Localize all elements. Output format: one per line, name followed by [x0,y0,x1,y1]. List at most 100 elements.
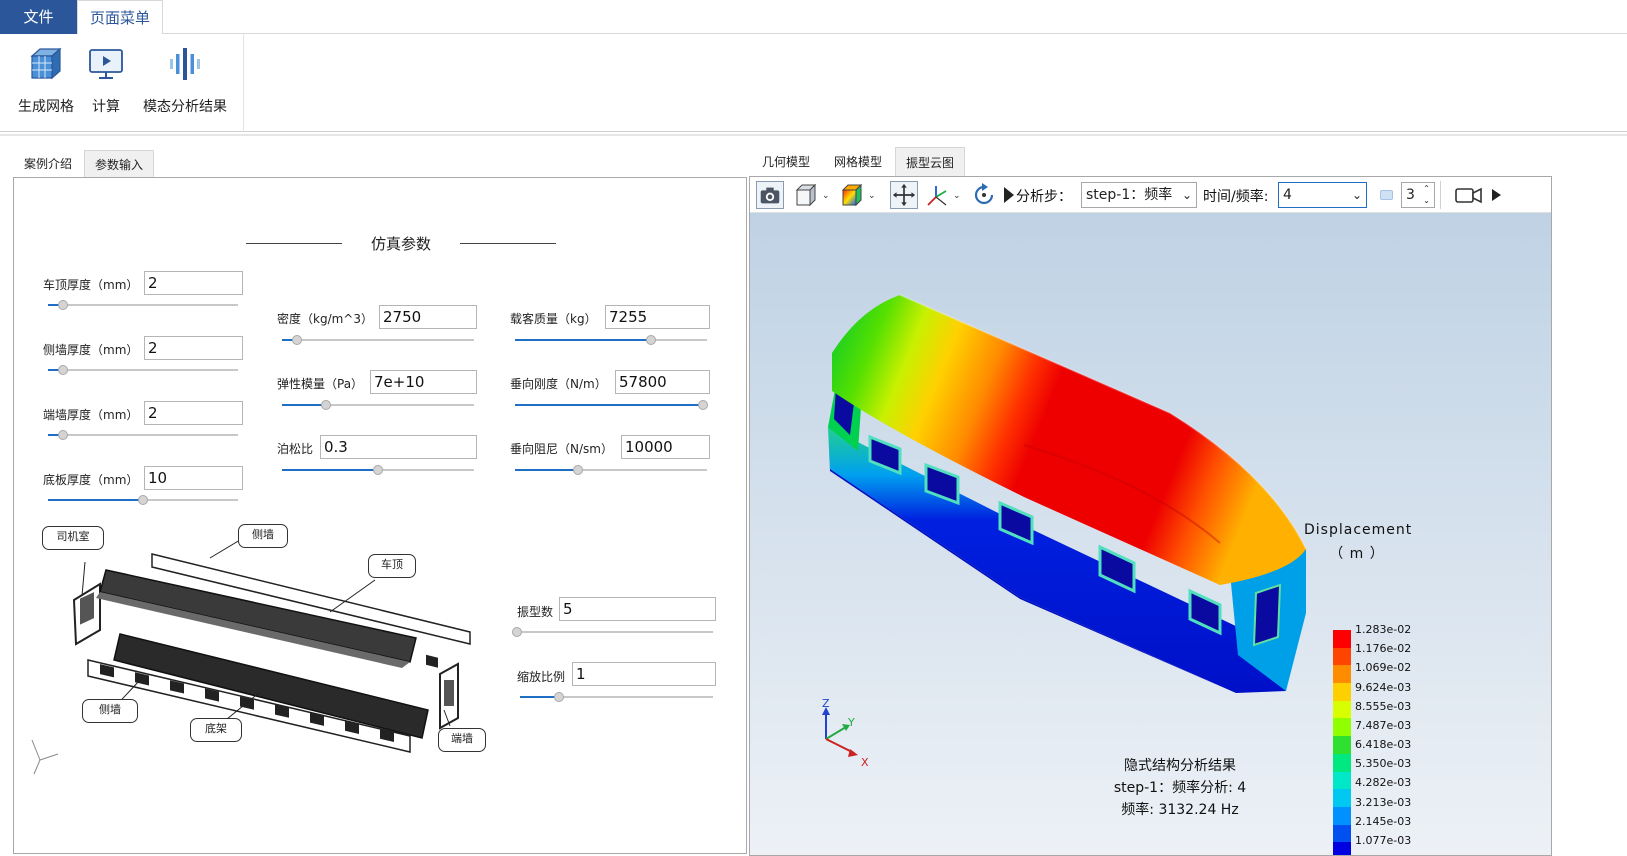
side-thickness-input[interactable] [144,336,243,360]
compute-button[interactable]: 计算 [86,42,126,122]
vertical-stiffness-input[interactable] [615,370,710,394]
slider-fill [282,404,327,406]
slider-thumb[interactable] [58,365,69,375]
ribbon-group: 生成网格 计算 模态分析结果 [0,34,244,132]
slider-thumb[interactable] [321,400,332,410]
legend-value-label: 2.145e-03 [1355,814,1412,828]
frame-spinbox[interactable]: 3 ⌃ ⌄ [1401,182,1435,208]
side-thickness-slider[interactable] [48,364,238,376]
result-view-panel: ⌄ ⌄ ⌄ 分析步： step-1：频率 ⌄ 时间/频率: 4 ⌄ 3 ⌃ ⌄ … [749,176,1552,856]
slider-thumb[interactable] [512,627,522,637]
frame-slider-thumb[interactable] [1380,190,1393,200]
play-animation-icon[interactable] [1490,181,1504,209]
analysis-step-select[interactable]: step-1：频率 ⌄ [1081,182,1197,208]
floor-thickness-input[interactable] [144,466,243,490]
elastic-modulus-input[interactable] [370,370,477,394]
density-slider[interactable] [282,334,474,346]
analysis-step-label: 分析步： [1016,189,1072,205]
mode-count-slider[interactable] [512,626,713,638]
slider-fill [515,339,652,341]
slider-thumb[interactable] [373,465,383,475]
slider-thumb[interactable] [292,335,303,345]
car-body-sketch [31,539,471,775]
tab-case-intro[interactable]: 案例介绍 [14,150,82,178]
monitor-play-icon [89,49,123,79]
legend-color-segment [1333,647,1351,666]
legend-title: Displacement [1304,522,1413,538]
time-frequency-select[interactable]: 4 ⌄ [1278,182,1367,208]
slider-thumb[interactable] [58,300,69,310]
passenger-mass-input[interactable] [605,305,710,329]
legend-color-segment [1333,789,1351,808]
step-arrow-icon[interactable] [1002,181,1016,209]
legend-value-label: 8.555e-03 [1355,699,1412,713]
vertical-damping-slider[interactable] [515,464,707,476]
vertical-damping-input[interactable] [621,435,710,459]
menu-file[interactable]: 文件 [0,0,77,34]
view-cube-dropdown-icon[interactable]: ⌄ [822,191,830,201]
chevron-down-icon: ⌄ [1351,188,1362,202]
scale-ratio-input[interactable] [572,662,716,686]
pan-icon[interactable] [890,181,918,209]
menu-bar: 文件 页面菜单 [0,0,1627,35]
vertical-damping-label: 垂向阻尼（N/sm） [510,442,613,456]
poisson-ratio-slider[interactable] [282,464,474,476]
vertical-stiffness-slider[interactable] [515,399,709,411]
frame-spinbox-value: 3 [1406,187,1415,203]
axis-triad [822,707,858,757]
slider-thumb[interactable] [58,430,69,440]
menu-page[interactable]: 页面菜单 [77,0,163,35]
rotate-icon[interactable] [970,181,998,209]
roof-thickness-slider[interactable] [48,299,238,311]
axes-dropdown-icon[interactable]: ⌄ [953,191,961,201]
video-camera-icon[interactable] [1454,181,1484,209]
callout-underframe: 底架 [190,718,242,742]
modal-results-button[interactable]: 模态分析结果 [138,42,232,122]
elastic-modulus-slider[interactable] [282,399,474,411]
mode-count-input[interactable] [559,597,716,621]
end-thickness-input[interactable] [144,401,243,425]
toolbar-separator [1440,181,1441,209]
density-input[interactable] [379,305,477,329]
slider-thumb[interactable] [698,400,709,410]
callout-end-wall: 端墙 [438,728,486,752]
slider-fill [520,696,559,698]
slider-fill [48,499,143,501]
legend-value-label: 7.487e-03 [1355,718,1412,732]
legend-value-label: 1.077e-03 [1355,833,1412,847]
generate-mesh-button[interactable]: 生成网格 [14,42,78,122]
legend-value-label: 1.176e-02 [1355,642,1412,656]
contour-cube-icon[interactable] [838,181,866,209]
tab-geometry-model[interactable]: 几何模型 [752,147,820,177]
tab-mode-contour[interactable]: 振型云图 [895,147,966,177]
slider-track [48,369,238,371]
scale-ratio-slider[interactable] [520,691,713,703]
view-cube-icon[interactable] [792,181,820,209]
3d-viewport[interactable]: Displacement （ m ） 1.283e-02 1.176e-02 1.0… [750,213,1551,855]
tab-param-input[interactable]: 参数输入 [84,150,155,178]
density-label: 密度（kg/m^3） [277,312,373,326]
tab-mesh-model[interactable]: 网格模型 [824,147,892,177]
vertical-stiffness-label: 垂向刚度（N/m） [510,377,607,391]
camera-icon[interactable] [756,181,784,209]
end-thickness-label: 端墙厚度（mm） [43,408,139,422]
contour-dropdown-icon[interactable]: ⌄ [868,191,876,201]
callout-side-wall-top: 侧墙 [238,524,288,548]
slider-thumb[interactable] [138,495,148,505]
elastic-modulus-label: 弹性模量（Pa） [277,377,364,391]
poisson-ratio-input[interactable] [320,435,477,459]
slider-thumb[interactable] [553,692,564,702]
slider-track [48,304,238,306]
slider-thumb[interactable] [646,335,657,345]
legend-unit: （ m ） [1329,546,1385,562]
floor-thickness-slider[interactable] [48,494,238,506]
passenger-mass-slider[interactable] [515,334,707,346]
legend-value-label: 4.282e-03 [1355,776,1412,790]
end-thickness-slider[interactable] [48,429,238,441]
axes-icon[interactable] [924,181,952,209]
legend-value-label: 1.069e-02 [1355,661,1412,675]
roof-thickness-input[interactable] [144,271,243,295]
legend-color-segment [1333,753,1351,773]
legend-value-label: 5.350e-03 [1355,757,1412,771]
slider-thumb[interactable] [573,465,584,475]
